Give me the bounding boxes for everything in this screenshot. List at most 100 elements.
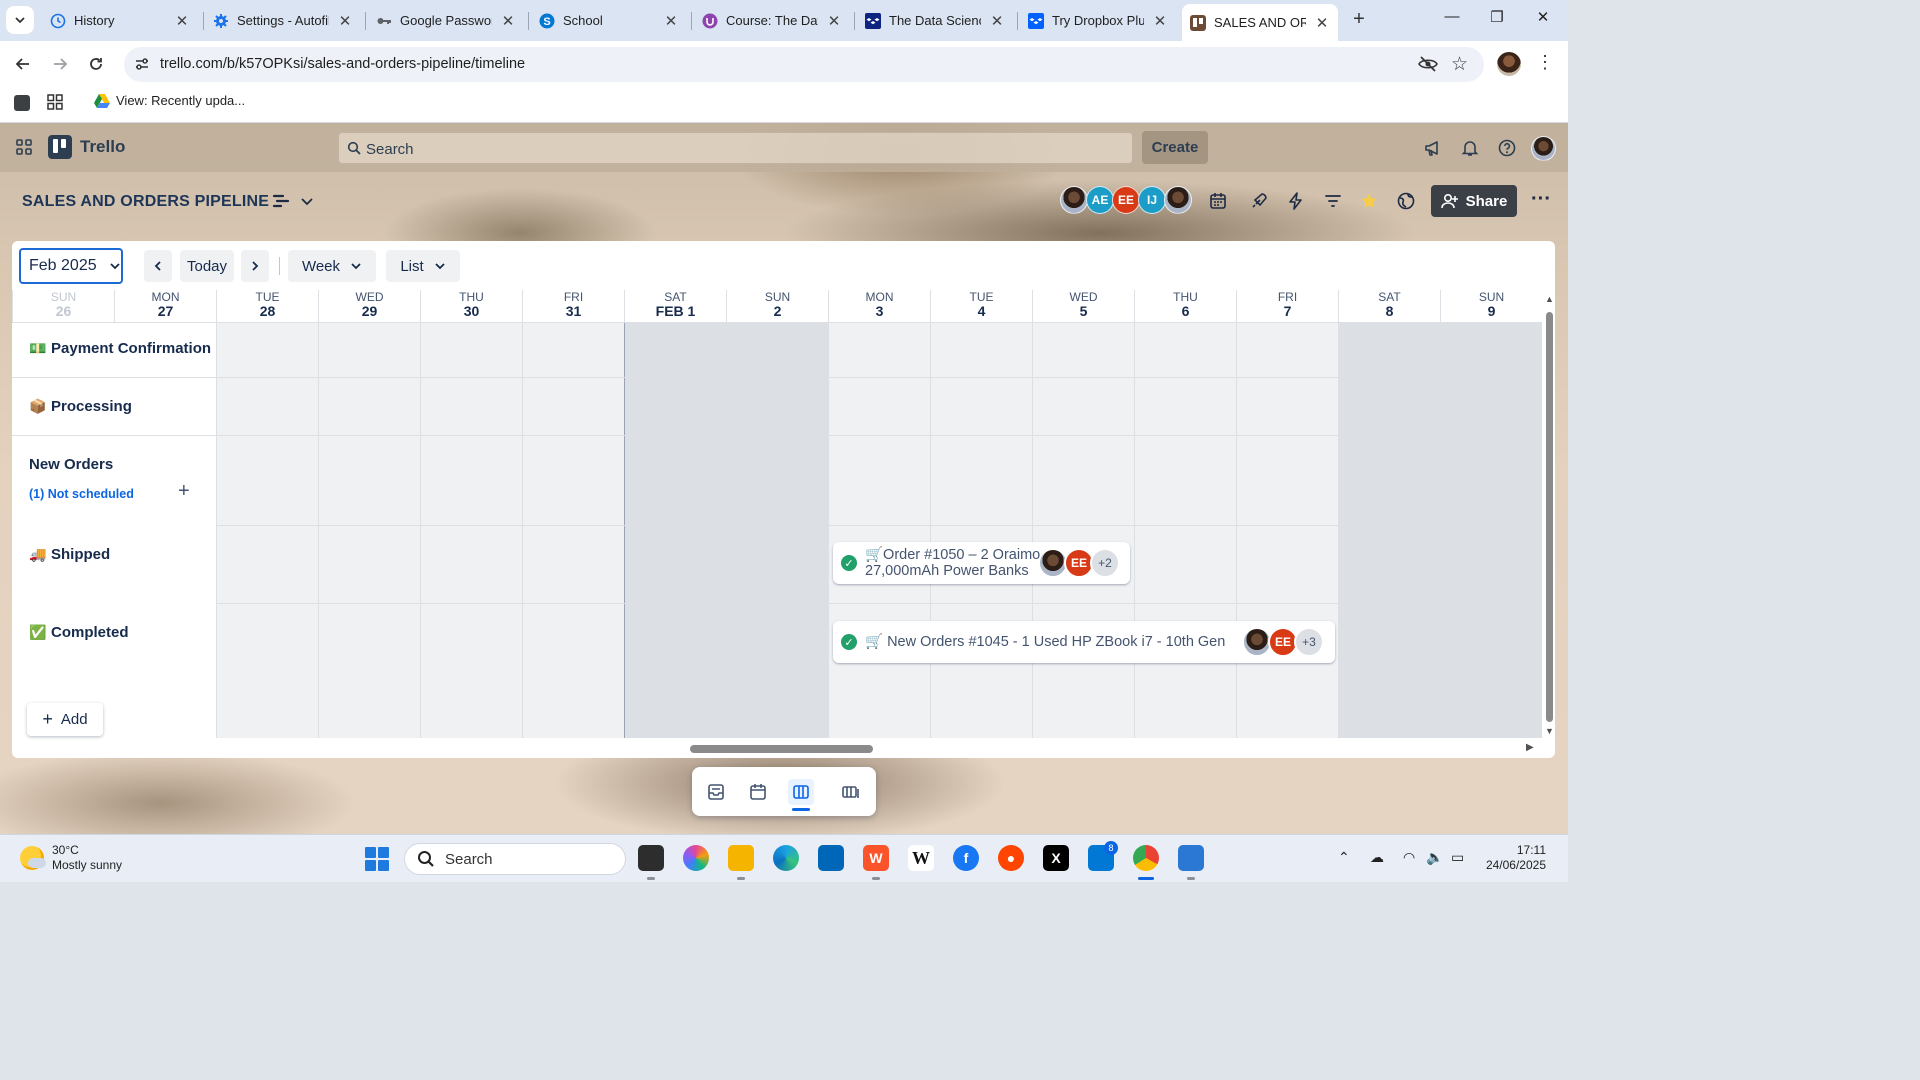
scroll-up-icon[interactable]: ▲ xyxy=(1545,294,1554,304)
filter-icon[interactable] xyxy=(1322,190,1344,212)
omnibox[interactable]: trello.com/b/k57OPKsi/sales-and-orders-p… xyxy=(124,47,1484,82)
wifi-icon[interactable]: ◠ xyxy=(1403,849,1415,866)
window-close-button[interactable]: ✕ xyxy=(1528,8,1558,32)
board-title[interactable]: SALES AND ORDERS PIPELINE xyxy=(22,193,269,211)
onedrive-icon[interactable]: ☁ xyxy=(1370,849,1384,866)
switch-boards-button[interactable] xyxy=(838,779,864,805)
store-icon[interactable] xyxy=(818,845,844,871)
star-icon[interactable] xyxy=(1358,190,1380,212)
browser-tab-trello-active[interactable]: SALES AND ORDERS ✕ xyxy=(1182,4,1338,41)
vertical-scrollbar[interactable]: ▲ ▼ xyxy=(1544,290,1555,740)
timeline-grid[interactable]: 💵 Payment Confirmation 📦 Processing New … xyxy=(12,323,1542,738)
day-column-weekend[interactable] xyxy=(624,323,726,738)
bookmark-star-icon[interactable]: ☆ xyxy=(1451,53,1468,76)
day-column[interactable] xyxy=(1236,323,1338,738)
weather-widget[interactable]: 30°C Mostly sunny xyxy=(20,843,122,873)
site-info-icon[interactable] xyxy=(134,56,150,75)
reload-button[interactable] xyxy=(82,50,110,78)
day-column[interactable] xyxy=(1134,323,1236,738)
task-view-icon[interactable] xyxy=(638,845,664,871)
new-tab-button[interactable]: + xyxy=(1347,8,1371,32)
tab-search-button[interactable] xyxy=(6,6,34,34)
photos-icon[interactable] xyxy=(1178,845,1204,871)
file-explorer-icon[interactable] xyxy=(728,845,754,871)
member-avatar[interactable]: EE xyxy=(1112,186,1140,214)
restore-button[interactable]: ❐ xyxy=(1482,8,1512,32)
complete-check-icon[interactable]: ✓ xyxy=(841,634,857,650)
browser-tab-passwords[interactable]: Google Passwords ✕ xyxy=(368,6,524,35)
scroll-right-icon[interactable]: ▶ xyxy=(1526,742,1534,753)
close-icon[interactable]: ✕ xyxy=(663,12,679,30)
browser-tab-school[interactable]: S School ✕ xyxy=(531,6,687,35)
close-icon[interactable]: ✕ xyxy=(1152,12,1168,30)
close-icon[interactable]: ✕ xyxy=(174,12,190,30)
close-icon[interactable]: ✕ xyxy=(1314,14,1330,32)
taskbar-search[interactable]: Search xyxy=(404,843,626,875)
member-avatar[interactable] xyxy=(1060,186,1088,214)
share-button[interactable]: Share xyxy=(1431,185,1517,217)
browser-menu-icon[interactable]: ⋮ xyxy=(1536,52,1554,73)
lane-title[interactable]: New Orders xyxy=(29,456,113,473)
wikipedia-icon[interactable]: W xyxy=(908,845,934,871)
add-list-button[interactable]: + Add xyxy=(27,703,103,736)
lane-title[interactable]: Shipped xyxy=(51,546,110,563)
day-column-weekend[interactable] xyxy=(1440,323,1542,738)
browser-tab-history[interactable]: History ✕ xyxy=(42,6,198,35)
scroll-down-icon[interactable]: ▼ xyxy=(1545,726,1554,736)
lane-title[interactable]: Payment Confirmation xyxy=(51,340,211,357)
close-icon[interactable]: ✕ xyxy=(337,12,353,30)
close-icon[interactable]: ✕ xyxy=(826,12,842,30)
automation-bolt-icon[interactable] xyxy=(1285,190,1307,212)
calendar-icon[interactable] xyxy=(1207,190,1229,212)
day-column[interactable] xyxy=(828,323,930,738)
forward-button[interactable] xyxy=(46,50,74,78)
app-switcher-icon[interactable] xyxy=(16,139,32,158)
system-clock[interactable]: 17:11 24/06/2025 xyxy=(1480,843,1546,873)
close-icon[interactable]: ✕ xyxy=(989,12,1005,30)
board-view-switcher[interactable] xyxy=(272,192,314,210)
back-button[interactable] xyxy=(9,50,37,78)
megaphone-icon[interactable] xyxy=(1422,137,1444,159)
eye-slash-icon[interactable] xyxy=(1418,55,1438,76)
browser-tab-course[interactable]: Course: The Data ✕ xyxy=(694,6,850,35)
help-icon[interactable] xyxy=(1496,137,1518,159)
chevron-up-icon[interactable]: ⌃ xyxy=(1338,849,1350,866)
browser-tab-data-science[interactable]: The Data Science ✕ xyxy=(857,6,1013,35)
inbox-view-button[interactable] xyxy=(703,779,729,805)
browser-tab-dropbox[interactable]: Try Dropbox Plus ✕ xyxy=(1020,6,1176,35)
today-button[interactable]: Today xyxy=(180,250,234,282)
x-icon[interactable]: X xyxy=(1043,845,1069,871)
card-members[interactable]: EE +2 xyxy=(1038,548,1120,578)
scroll-thumb[interactable] xyxy=(690,745,873,753)
copilot-icon[interactable] xyxy=(683,845,709,871)
profile-avatar[interactable] xyxy=(1497,52,1521,76)
start-button[interactable] xyxy=(365,847,389,871)
board-view-button-active[interactable] xyxy=(788,779,814,811)
day-column-weekend[interactable] xyxy=(726,323,828,738)
account-avatar[interactable] xyxy=(1531,136,1556,161)
facebook-icon[interactable]: f xyxy=(953,845,979,871)
scroll-thumb[interactable] xyxy=(1546,312,1553,722)
day-column[interactable] xyxy=(930,323,1032,738)
trello-logo[interactable]: Trello xyxy=(48,135,125,159)
bookmark-recently-updated[interactable]: View: Recently upda... xyxy=(94,93,245,108)
day-column[interactable] xyxy=(318,323,420,738)
timeline-card-order-1050[interactable]: ✓ 🛒Order #1050 – 2 Oraimo 27,000mAh Powe… xyxy=(833,542,1130,584)
battery-icon[interactable]: ▭ xyxy=(1451,849,1464,866)
lane-title[interactable]: Completed xyxy=(51,624,129,641)
close-icon[interactable]: ✕ xyxy=(500,12,516,30)
range-select[interactable]: Week xyxy=(288,250,376,282)
board-menu-icon[interactable]: ··· xyxy=(1531,188,1551,211)
browser-tab-settings[interactable]: Settings - Autofill ✕ xyxy=(205,6,361,35)
day-column[interactable] xyxy=(216,323,318,738)
url-text[interactable]: trello.com/b/k57OPKsi/sales-and-orders-p… xyxy=(160,56,525,72)
chrome-icon[interactable] xyxy=(1133,845,1159,871)
day-column[interactable] xyxy=(420,323,522,738)
complete-check-icon[interactable]: ✓ xyxy=(841,555,857,571)
trello-search-input[interactable]: Search xyxy=(338,132,1133,164)
previous-period-button[interactable] xyxy=(144,250,172,282)
day-column[interactable] xyxy=(1032,323,1134,738)
day-column[interactable] xyxy=(522,323,624,738)
speaker-icon[interactable]: 🔈 xyxy=(1426,849,1443,866)
add-card-plus-icon[interactable]: + xyxy=(178,480,190,503)
